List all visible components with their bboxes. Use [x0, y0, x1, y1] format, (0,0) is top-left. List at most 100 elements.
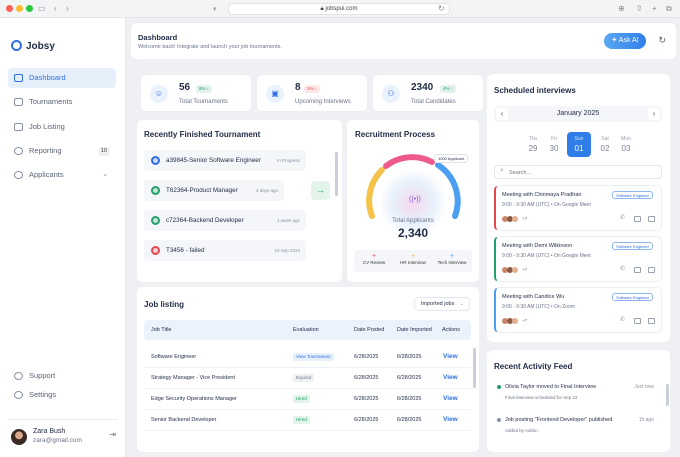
arrow-right-icon[interactable]: → [311, 181, 330, 200]
tournament-row[interactable]: T3456 - failed 10 Sep 2023 [144, 240, 306, 261]
address-bar[interactable]: 🔒︎ jobspui.com [228, 3, 450, 15]
briefcase-icon [14, 123, 23, 131]
back-icon[interactable]: ‹ [54, 3, 57, 15]
month-selector: ‹ January 2025 › [494, 106, 662, 122]
chevron-right-icon[interactable]: › [648, 108, 660, 120]
tournament-row[interactable]: a39845-Senior Software Engineer In Progre… [144, 150, 306, 171]
page-title: Dashboard [138, 33, 178, 42]
interview-search[interactable]: ⌕ [494, 165, 662, 179]
meeting-card[interactable]: Meeting with Candice Wu 9:00 - 9:30 AM (… [494, 287, 662, 333]
search-input[interactable] [509, 168, 649, 177]
sidebar-item-label: Dashboard [29, 73, 66, 82]
tabs-overview-icon[interactable]: ⧉ [666, 3, 672, 15]
phone-icon[interactable]: ✆ [620, 316, 627, 323]
sidebar-item-support[interactable]: Support [8, 366, 116, 386]
chevron-down-icon: ⌄ [102, 171, 108, 178]
tournament-row[interactable]: c72364-Backend Developer 1 week ago [144, 210, 306, 231]
tournament-row[interactable]: T62364-Product Manager 3 days ago [144, 180, 284, 201]
users-icon [14, 171, 23, 179]
scrollbar[interactable] [335, 152, 338, 196]
note-icon[interactable] [648, 318, 655, 324]
job-title: Edge Security Operations Manager [151, 396, 237, 402]
view-link[interactable]: View [443, 374, 458, 381]
sidebar-item-label: Settings [29, 390, 57, 399]
legend-cv-review: + CV Review [354, 253, 394, 265]
tournament-meta: 3 days ago [255, 188, 278, 193]
meeting-card[interactable]: Meeting with Demi Wilkinson 9:00 - 9:30 … [494, 236, 662, 282]
table-row[interactable]: Edge Security Operations Manager Hired 6… [144, 389, 471, 410]
sidebar-item-job-listing[interactable]: Job Listing [8, 117, 116, 137]
broadcast-icon: ((•)) [409, 196, 421, 203]
date-imported: 6/28/2025 [397, 375, 422, 381]
column-header: Job Title [151, 327, 172, 333]
job-title: Strategy Manager - Vice President [151, 375, 235, 381]
shield-icon[interactable]: ◐ [213, 3, 218, 15]
page-header: Dashboard Welcome back! Integrate and la… [131, 23, 676, 59]
stat-total-tournaments[interactable]: ☺ 56 8% ↑ Total Tournaments [140, 74, 252, 112]
status-icon [151, 156, 160, 165]
table-row[interactable]: Strategy Manager - Vice President Expire… [144, 368, 471, 389]
column-header: Evaluation [293, 327, 319, 333]
day-number: 03 [621, 144, 631, 153]
day-of-week: Sun [574, 136, 584, 142]
sidebar-toggle-icon[interactable]: ▭ [38, 3, 46, 15]
sidebar-item-applicants[interactable]: Applicants ⌄ [8, 165, 116, 185]
calendar-day-selected[interactable]: Sun 01 [567, 132, 591, 157]
forward-icon[interactable]: › [66, 3, 69, 15]
ask-ai-button[interactable]: ✦ Ask AI [604, 33, 646, 49]
sidebar-item-settings[interactable]: Settings [8, 385, 116, 405]
minimize-window-icon[interactable] [16, 5, 23, 12]
logout-icon[interactable]: ⇥ [109, 430, 116, 439]
note-icon[interactable] [648, 216, 655, 222]
tournament-name: c72364-Backend Developer [166, 217, 244, 224]
role-badge: Software Engineer [612, 191, 653, 199]
user-profile[interactable]: Zara Bush zara@gmail.com ⇥ [8, 419, 118, 447]
stat-value: 56 [179, 82, 191, 93]
mail-icon[interactable] [634, 318, 641, 324]
sidebar-item-dashboard[interactable]: Dashboard [8, 68, 116, 88]
table-row[interactable]: Software Engineer View Tournament 6/28/2… [144, 347, 471, 368]
scrollbar[interactable] [473, 348, 476, 388]
status-icon [151, 216, 160, 225]
mail-icon[interactable] [634, 267, 641, 273]
close-window-icon[interactable] [6, 5, 13, 12]
scrollbar[interactable] [666, 384, 669, 406]
phone-icon[interactable]: ✆ [620, 265, 627, 272]
reporting-count-badge: 10 [97, 147, 110, 156]
download-icon[interactable]: ⊕ [618, 3, 625, 15]
calendar-day[interactable]: Mon 03 [614, 136, 638, 153]
reload-icon[interactable]: ↻ [438, 3, 445, 15]
calendar-day[interactable]: Fri 30 [542, 136, 566, 153]
stat-label: Total Tournaments [179, 99, 228, 105]
tournament-name: a39845-Senior Software Engineer [166, 157, 261, 164]
column-header: Date Posted [354, 327, 385, 333]
phone-icon[interactable]: ✆ [620, 214, 627, 221]
tournament-name: T3456 - failed [166, 247, 205, 254]
share-icon[interactable]: ⇧ [636, 3, 643, 15]
mail-icon[interactable] [634, 216, 641, 222]
meeting-card[interactable]: Meeting with Chinmaya Pradhan 9:00 - 9:3… [494, 185, 662, 231]
job-table-header: Job Title Evaluation Date Posted Date Im… [144, 320, 471, 340]
view-link[interactable]: View [443, 416, 458, 423]
refresh-icon[interactable]: ↻ [658, 35, 666, 46]
activity-time: Just now [634, 384, 654, 390]
job-filter-dropdown[interactable]: Imported jobs ⌄ [414, 297, 470, 311]
stat-upcoming-interviews[interactable]: ▣ 8 1% ↓ Upcoming Interviews [256, 74, 368, 112]
evaluation-badge[interactable]: View Tournament [293, 353, 334, 361]
date-posted: 6/28/2025 [354, 375, 379, 381]
view-link[interactable]: View [443, 395, 458, 402]
table-row[interactable]: Senior Backend Developer Hired 6/28/2025… [144, 410, 471, 431]
sidebar-item-tournaments[interactable]: Tournaments [8, 92, 116, 112]
search-icon: ⌕ [500, 167, 504, 174]
brand-logo[interactable]: Jobsy [11, 40, 55, 52]
note-icon[interactable] [648, 267, 655, 273]
tournament-meta: In Progress [276, 158, 300, 163]
ask-ai-label: Ask AI [618, 37, 639, 44]
stat-total-candidates[interactable]: ⚇ 2340 4% ↑ Total Candidates [372, 74, 484, 112]
job-listing-title: Job listing [144, 300, 184, 309]
maximize-window-icon[interactable] [26, 5, 33, 12]
sidebar-item-reporting[interactable]: Reporting 10 [8, 141, 116, 161]
new-tab-icon[interactable]: + [652, 3, 657, 15]
view-link[interactable]: View [443, 353, 458, 360]
role-badge: Software Engineer [612, 293, 653, 301]
